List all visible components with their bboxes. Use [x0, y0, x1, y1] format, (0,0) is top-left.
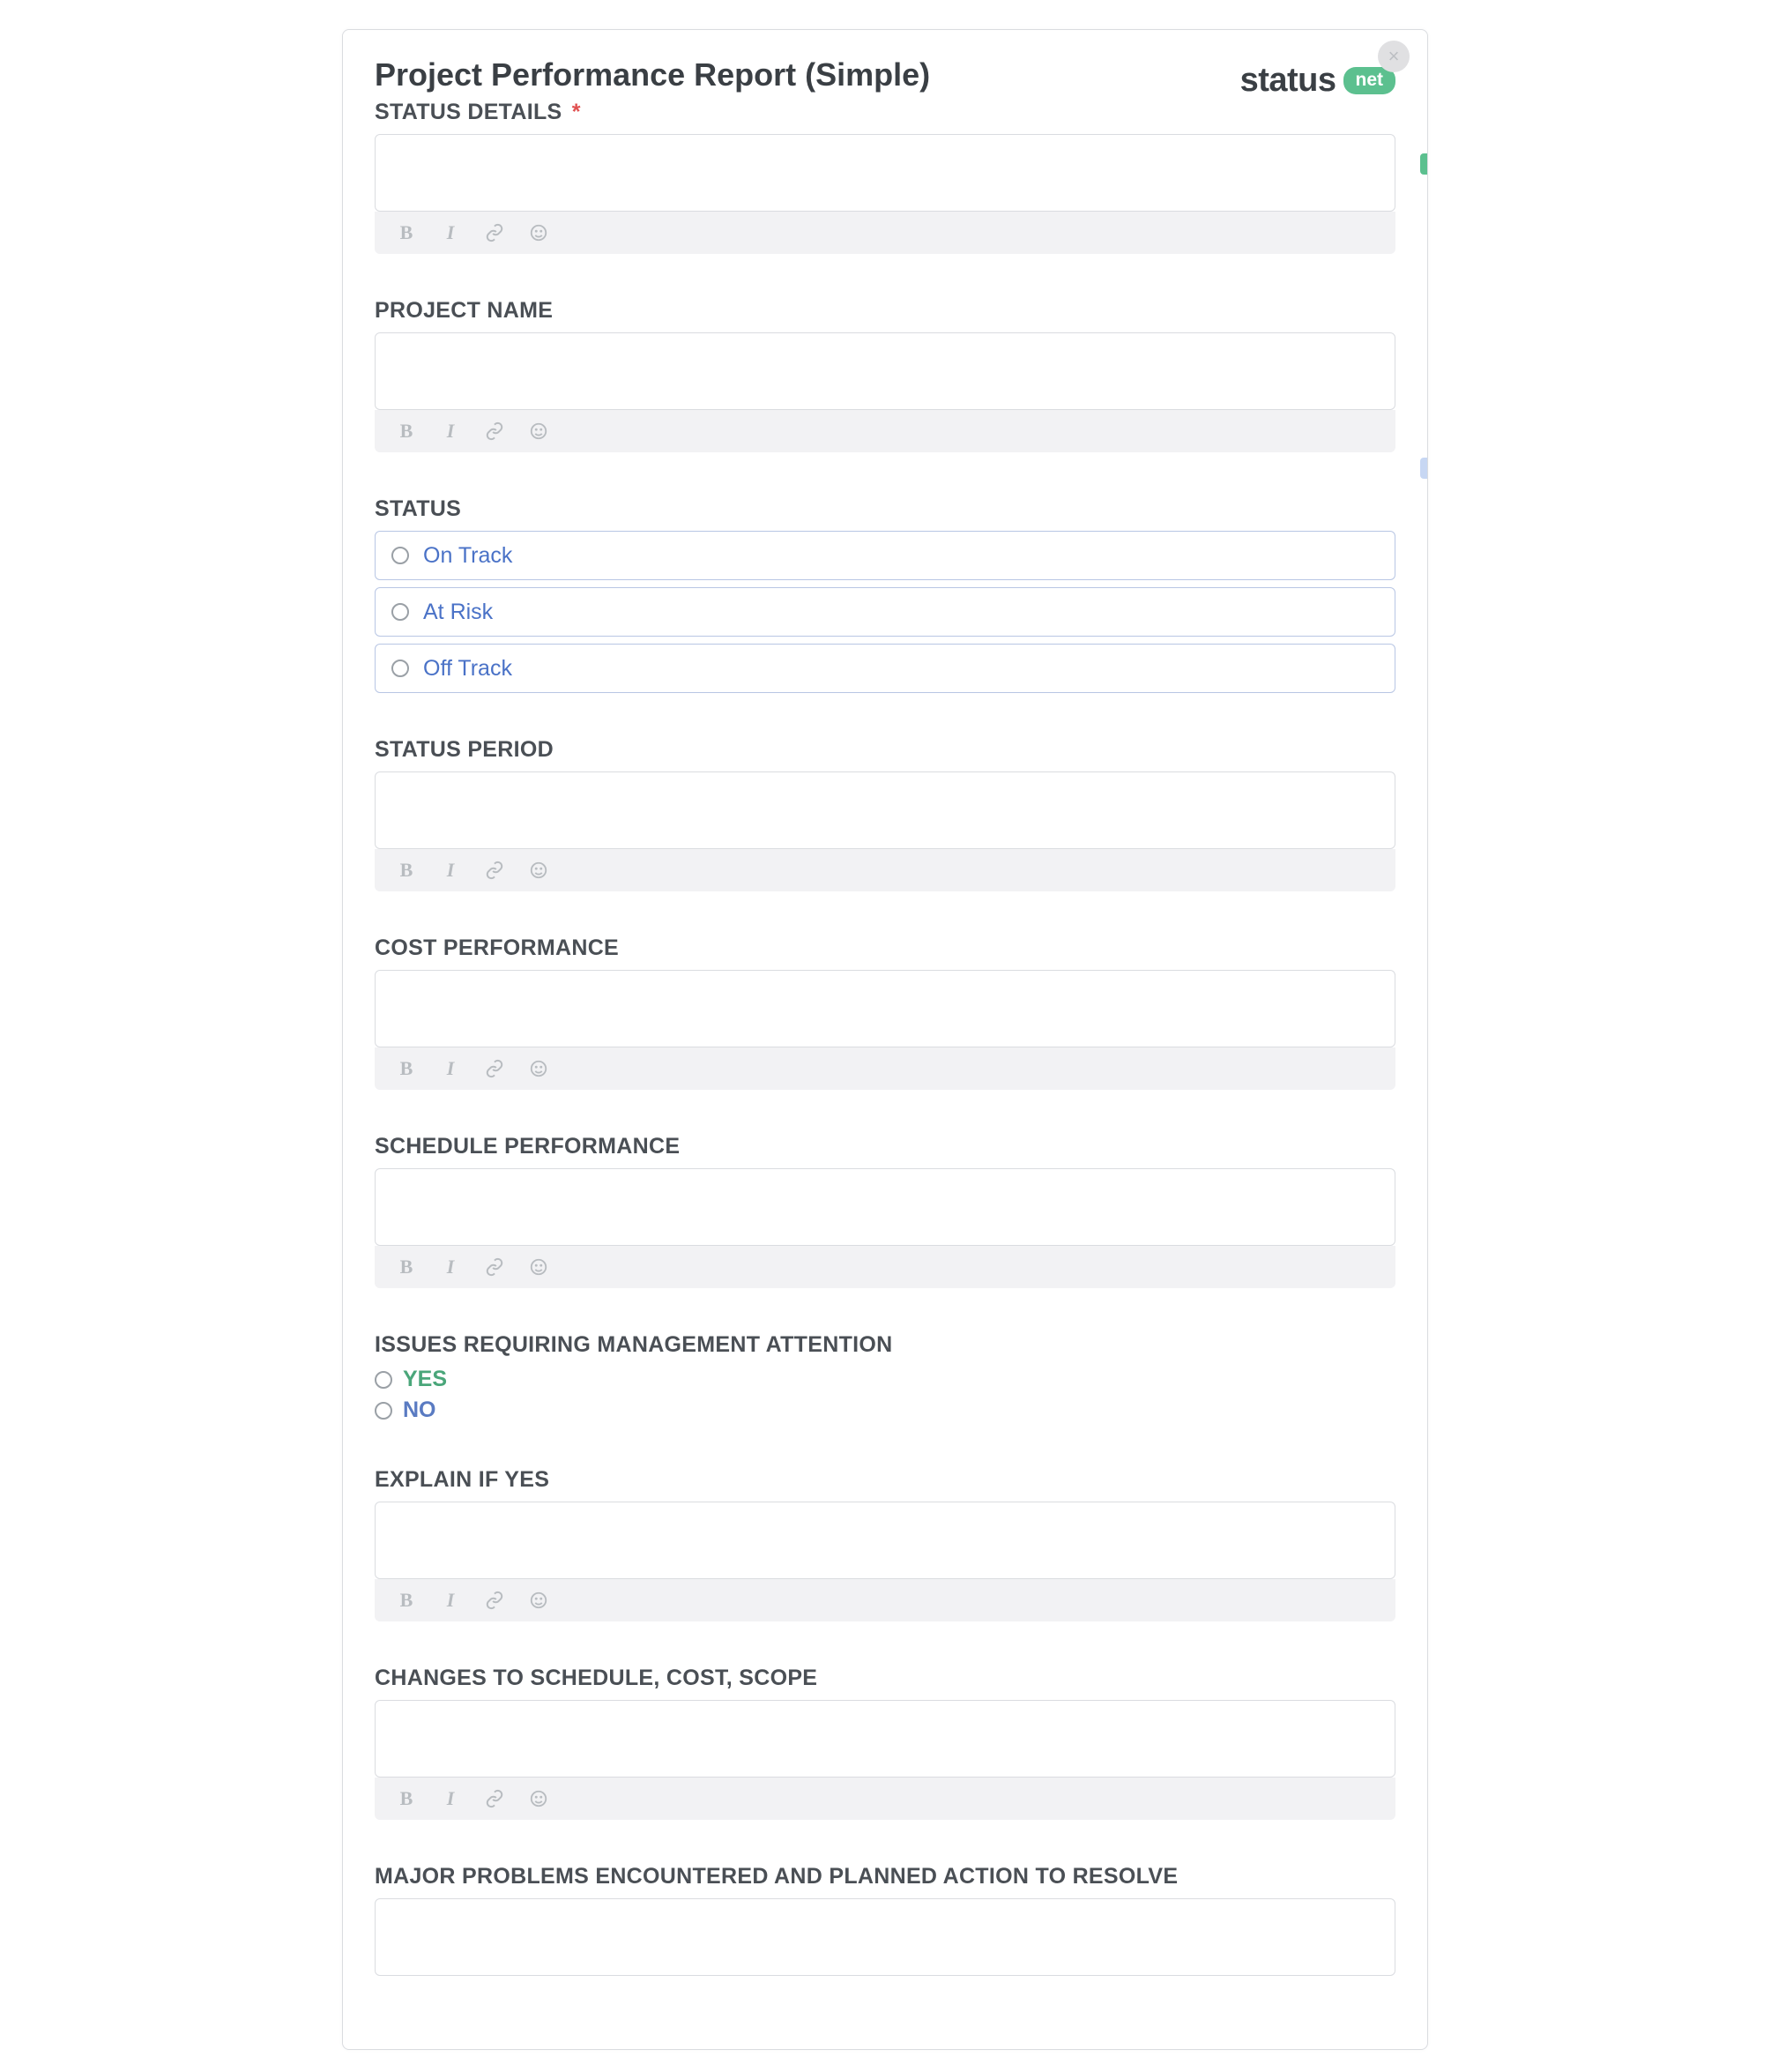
issues-option-no[interactable]: NO: [375, 1397, 1395, 1423]
status-option-on-track[interactable]: On Track: [375, 531, 1395, 580]
status-period-input[interactable]: [375, 771, 1395, 849]
required-mark: *: [572, 100, 581, 124]
radio-label: Off Track: [423, 656, 512, 682]
radio-label: On Track: [423, 543, 512, 569]
radio-label: YES: [403, 1367, 447, 1392]
issues-option-yes[interactable]: YES: [375, 1367, 1395, 1392]
schedule-performance-input[interactable]: [375, 1168, 1395, 1246]
radio-label: At Risk: [423, 600, 493, 625]
project-name-input[interactable]: [375, 332, 1395, 410]
emoji-icon[interactable]: [528, 860, 549, 881]
italic-icon[interactable]: I: [440, 1788, 461, 1809]
field-label: COST PERFORMANCE: [375, 935, 1395, 961]
field-label: STATUS PERIOD: [375, 737, 1395, 763]
status-details-input[interactable]: [375, 134, 1395, 212]
link-icon[interactable]: [484, 1788, 505, 1809]
italic-icon[interactable]: I: [440, 1590, 461, 1611]
field-label: MAJOR PROBLEMS ENCOUNTERED AND PLANNED A…: [375, 1864, 1395, 1889]
field-explain-if-yes: EXPLAIN IF YES B I: [375, 1467, 1395, 1621]
italic-icon[interactable]: I: [440, 421, 461, 442]
field-label: STATUS: [375, 496, 1395, 522]
form-header: Project Performance Report (Simple) stat…: [375, 56, 1395, 100]
editor-toolbar: B I: [375, 212, 1395, 254]
field-label: CHANGES TO SCHEDULE, COST, SCOPE: [375, 1666, 1395, 1691]
field-label: PROJECT NAME: [375, 298, 1395, 324]
field-issues: ISSUES REQUIRING MANAGEMENT ATTENTION YE…: [375, 1332, 1395, 1423]
side-accent-blue: [1420, 458, 1427, 479]
field-label: EXPLAIN IF YES: [375, 1467, 1395, 1493]
major-problems-input[interactable]: [375, 1898, 1395, 1976]
field-label: SCHEDULE PERFORMANCE: [375, 1134, 1395, 1159]
radio-icon: [391, 660, 409, 677]
brand-name: status: [1240, 62, 1336, 100]
link-icon[interactable]: [484, 1590, 505, 1611]
editor-toolbar: B I: [375, 1778, 1395, 1820]
status-option-off-track[interactable]: Off Track: [375, 644, 1395, 693]
link-icon[interactable]: [484, 1058, 505, 1079]
radio-icon: [375, 1402, 392, 1420]
italic-icon[interactable]: I: [440, 860, 461, 881]
bold-icon[interactable]: B: [396, 1058, 417, 1079]
emoji-icon[interactable]: [528, 421, 549, 442]
bold-icon[interactable]: B: [396, 1256, 417, 1278]
emoji-icon[interactable]: [528, 222, 549, 243]
editor-toolbar: B I: [375, 1246, 1395, 1288]
form-title: Project Performance Report (Simple): [375, 56, 930, 93]
italic-icon[interactable]: I: [440, 222, 461, 243]
side-accent-green: [1420, 153, 1427, 175]
field-label: ISSUES REQUIRING MANAGEMENT ATTENTION: [375, 1332, 1395, 1358]
close-button[interactable]: ×: [1378, 41, 1410, 72]
link-icon[interactable]: [484, 421, 505, 442]
italic-icon[interactable]: I: [440, 1256, 461, 1278]
field-major-problems: MAJOR PROBLEMS ENCOUNTERED AND PLANNED A…: [375, 1864, 1395, 1976]
changes-input[interactable]: [375, 1700, 1395, 1778]
bold-icon[interactable]: B: [396, 1788, 417, 1809]
bold-icon[interactable]: B: [396, 222, 417, 243]
field-schedule-performance: SCHEDULE PERFORMANCE B I: [375, 1134, 1395, 1288]
italic-icon[interactable]: I: [440, 1058, 461, 1079]
brand-logo: status net: [1240, 62, 1395, 100]
radio-icon: [375, 1371, 392, 1389]
emoji-icon[interactable]: [528, 1256, 549, 1278]
form-panel: × Project Performance Report (Simple) st…: [342, 29, 1428, 2050]
editor-toolbar: B I: [375, 849, 1395, 891]
editor-toolbar: B I: [375, 1047, 1395, 1090]
radio-icon: [391, 547, 409, 564]
editor-toolbar: B I: [375, 410, 1395, 452]
field-label: STATUS DETAILS *: [375, 100, 1395, 125]
bold-icon[interactable]: B: [396, 421, 417, 442]
field-project-name: PROJECT NAME B I: [375, 298, 1395, 452]
field-status: STATUS On Track At Risk Off Track: [375, 496, 1395, 693]
field-changes: CHANGES TO SCHEDULE, COST, SCOPE B I: [375, 1666, 1395, 1820]
link-icon[interactable]: [484, 1256, 505, 1278]
explain-input[interactable]: [375, 1502, 1395, 1579]
editor-toolbar: B I: [375, 1579, 1395, 1621]
bold-icon[interactable]: B: [396, 1590, 417, 1611]
emoji-icon[interactable]: [528, 1788, 549, 1809]
emoji-icon[interactable]: [528, 1590, 549, 1611]
radio-label: NO: [403, 1397, 436, 1423]
field-cost-performance: COST PERFORMANCE B I: [375, 935, 1395, 1090]
field-status-period: STATUS PERIOD B I: [375, 737, 1395, 891]
bold-icon[interactable]: B: [396, 860, 417, 881]
link-icon[interactable]: [484, 860, 505, 881]
field-status-details: STATUS DETAILS * B I: [375, 100, 1395, 254]
emoji-icon[interactable]: [528, 1058, 549, 1079]
link-icon[interactable]: [484, 222, 505, 243]
cost-performance-input[interactable]: [375, 970, 1395, 1047]
radio-icon: [391, 603, 409, 621]
status-option-at-risk[interactable]: At Risk: [375, 587, 1395, 637]
close-icon: ×: [1388, 45, 1400, 68]
